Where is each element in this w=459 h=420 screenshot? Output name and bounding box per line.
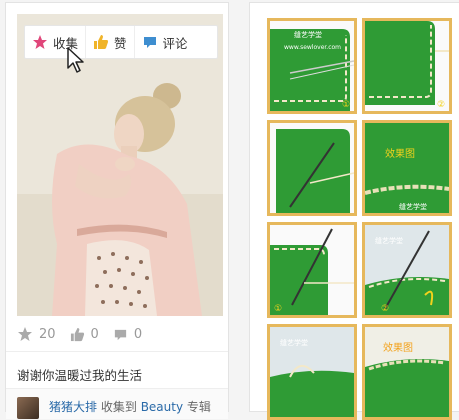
brand-watermark: 缝艺学堂 [280, 338, 308, 347]
like-label: 赞 [114, 35, 127, 51]
comment-bubble-icon [142, 34, 158, 50]
thumbs-up-icon [70, 327, 84, 341]
comment-button[interactable]: 评论 [133, 26, 195, 58]
tutorial-tile: 缝艺学堂 ② [362, 222, 452, 318]
step-label: ① [342, 100, 350, 110]
thumbs-up-icon [93, 34, 109, 50]
url-watermark: www.sewlover.com [284, 44, 341, 51]
tutorial-tile: 缝艺学堂 [267, 324, 357, 420]
collected-to-text: 收集到 [100, 400, 137, 414]
comment-count[interactable]: 0 [113, 327, 142, 342]
tutorial-tile: ② [362, 18, 452, 114]
tutorial-card: 缝艺学堂 www.sewlover.com ① ② 效果图 缝艺学堂 ① 缝艺学… [249, 2, 459, 420]
brand-watermark: 缝艺学堂 [294, 30, 322, 39]
tutorial-tile: 缝艺学堂 www.sewlover.com ① [267, 18, 357, 114]
pin-stats: 20 0 0 [17, 323, 223, 345]
step-label: ② [437, 100, 445, 110]
board-suffix-text: 专辑 [186, 400, 211, 414]
effect-label: 效果图 [383, 341, 413, 354]
like-count[interactable]: 0 [70, 327, 99, 342]
like-button[interactable]: 赞 [85, 26, 134, 58]
step-label: ① [274, 304, 282, 314]
tutorial-tile: ① [267, 222, 357, 318]
star-icon [18, 327, 32, 341]
step-label: ② [381, 304, 389, 314]
comment-count-value: 0 [133, 326, 143, 342]
star-icon [32, 34, 48, 50]
collect-count-value: 20 [39, 326, 56, 342]
comment-bubble-icon [114, 329, 126, 340]
pin-footer: 猪猪大排 收集到 Beauty 专辑 [6, 388, 228, 419]
board-name-link[interactable]: Beauty [141, 400, 183, 414]
pin-caption: 谢谢你温暖过我的生活 [17, 368, 143, 383]
pin-card: 收集 赞 评论 20 0 0 谢谢你温暖过我的生活 猪猪大排 收集到 Beaut… [5, 2, 229, 419]
like-count-value: 0 [90, 326, 99, 342]
woman-photo-illustration [17, 14, 223, 316]
user-name-link[interactable]: 猪猪大排 [49, 400, 97, 414]
mouse-pointer-icon [67, 47, 84, 73]
tutorial-tile: 效果图 [362, 324, 452, 420]
divider [6, 351, 228, 352]
brand-watermark: 缝艺学堂 [375, 236, 403, 245]
pin-action-bar: 收集 赞 评论 [24, 25, 218, 59]
tutorial-tile: 效果图 缝艺学堂 [362, 120, 452, 216]
brand-watermark: 缝艺学堂 [399, 202, 427, 211]
comment-label: 评论 [162, 35, 188, 51]
pin-image[interactable] [17, 14, 223, 316]
effect-label: 效果图 [385, 147, 415, 160]
tutorial-tile [267, 120, 357, 216]
collect-count[interactable]: 20 [17, 326, 56, 342]
collected-by-line: 猪猪大排 收集到 Beauty 专辑 [49, 398, 211, 415]
avatar[interactable] [17, 397, 39, 419]
